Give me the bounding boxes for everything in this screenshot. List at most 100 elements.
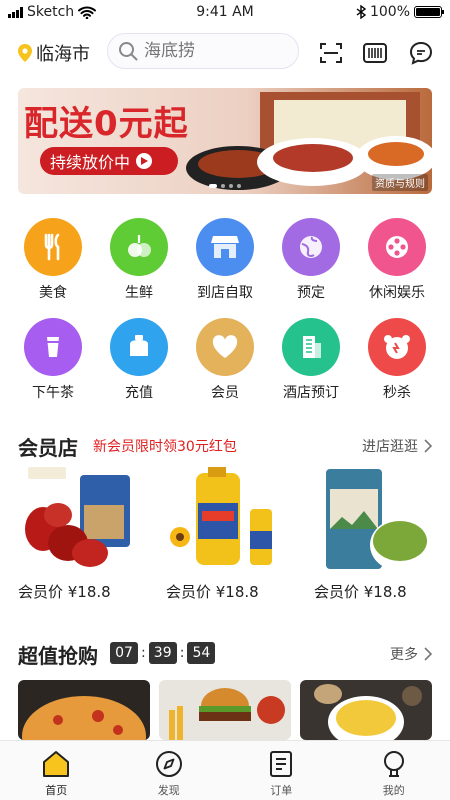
category-label: 充值: [125, 385, 153, 401]
tab-orders[interactable]: 订单: [225, 741, 338, 800]
category-label: 美食: [39, 285, 67, 301]
more-label: 更多: [390, 647, 418, 663]
bluetooth-icon: [356, 5, 366, 19]
chevron-right-icon: [424, 439, 432, 453]
category-pickup[interactable]: 到店自取: [190, 218, 260, 302]
category-fresh[interactable]: 生鲜: [104, 218, 174, 302]
tab-label: 我的: [382, 784, 405, 797]
pagination-dot: [237, 184, 241, 188]
tab-label: 发现: [157, 784, 180, 797]
member-product-list: 会员价 ¥18.8 会员价 ¥18.8 会员价 ¥18.8: [18, 465, 432, 602]
play-icon: [136, 153, 153, 169]
category-afternoon-tea[interactable]: 下午茶: [18, 318, 88, 402]
storefront-icon: [196, 218, 254, 276]
battery-percent: 100%: [369, 4, 410, 20]
tab-discover[interactable]: 发现: [113, 741, 226, 800]
location-pin-icon: [18, 44, 32, 62]
banner-cta-label: 持续放价中: [50, 153, 131, 172]
category-row-1: 美食 生鲜 到店自取 预定 休闲娱乐: [18, 218, 432, 302]
city-selector[interactable]: 临海市: [18, 40, 90, 66]
category-label: 会员: [211, 385, 239, 401]
bottom-tab-bar: 首页 发现 订单 我的: [0, 740, 450, 800]
countdown-separator: :: [141, 645, 146, 661]
heart-icon: [196, 318, 254, 376]
category-reserve[interactable]: 预定: [276, 218, 346, 302]
tab-profile[interactable]: 我的: [338, 741, 450, 800]
category-recharge[interactable]: 充值: [104, 318, 174, 402]
countdown-timer: 07 : 39 : 54: [110, 642, 216, 664]
red-dates-package-icon: [18, 465, 136, 573]
product-card[interactable]: 会员价 ¥18.8: [18, 465, 136, 602]
city-label: 临海市: [36, 44, 90, 65]
scan-icon[interactable]: [319, 41, 343, 65]
category-member[interactable]: 会员: [190, 318, 260, 402]
flash-sale-header: 超值抢购 07 : 39 : 54 更多: [18, 640, 432, 668]
banner-cta-button[interactable]: 持续放价中: [40, 147, 178, 175]
status-right: 100%: [356, 4, 444, 20]
category-label: 预定: [297, 285, 325, 301]
status-bar: Sketch 9:41 AM 100%: [0, 0, 450, 26]
category-food[interactable]: 美食: [18, 218, 88, 302]
jar-icon: [110, 318, 168, 376]
banner-rules-link[interactable]: 资质与规则: [372, 174, 428, 191]
fresh-produce-icon: [110, 218, 168, 276]
product-price: 会员价 ¥18.8: [18, 583, 111, 601]
bear-alarm-icon: [368, 318, 426, 376]
category-label: 到店自取: [197, 285, 253, 301]
globe-icon: [282, 218, 340, 276]
product-price: 会员价 ¥18.8: [314, 583, 407, 601]
cup-icon: [24, 318, 82, 376]
battery-icon: [414, 6, 444, 18]
countdown-seconds: 54: [187, 642, 216, 664]
compass-icon: [155, 751, 182, 777]
fork-knife-icon: [24, 218, 82, 276]
product-price: 会员价 ¥18.8: [166, 583, 259, 601]
barcode-icon[interactable]: [363, 41, 387, 65]
building-icon: [282, 318, 340, 376]
category-entertainment[interactable]: 休闲娱乐: [362, 218, 432, 302]
product-card[interactable]: 会员价 ¥18.8: [166, 465, 284, 602]
search-bar[interactable]: [107, 33, 299, 69]
search-icon: [119, 42, 138, 61]
film-reel-icon: [368, 218, 426, 276]
tab-home[interactable]: 首页: [0, 741, 113, 800]
home-icon: [43, 751, 70, 777]
promo-banner[interactable]: 配送0元起 持续放价中 资质与规则: [18, 88, 432, 194]
category-row-2: 下午茶 充值 会员 酒店预订 秒杀: [18, 318, 432, 402]
flash-sale-more-link[interactable]: 更多: [390, 644, 432, 664]
tab-label: 首页: [45, 784, 68, 797]
member-store-header: 会员店 新会员限时领30元红包 进店逛逛: [18, 432, 432, 460]
pagination-dot: [229, 184, 233, 188]
message-icon[interactable]: [409, 41, 433, 65]
category-label: 生鲜: [125, 285, 153, 301]
deal-burger-image[interactable]: [159, 680, 291, 740]
category-label: 下午茶: [32, 385, 74, 401]
countdown-minutes: 39: [148, 642, 177, 664]
category-flash-kill[interactable]: 秒杀: [362, 318, 432, 402]
chevron-right-icon: [424, 647, 432, 661]
visit-store-label: 进店逛逛: [362, 439, 418, 455]
member-promo-text[interactable]: 新会员限时领30元红包: [93, 436, 237, 456]
tab-label: 订单: [270, 784, 293, 797]
category-hotel[interactable]: 酒店预订: [276, 318, 346, 402]
sunflower-oil-icon: [166, 465, 284, 573]
mung-beans-icon: [314, 465, 432, 573]
profile-icon: [383, 751, 404, 777]
deal-soup-image[interactable]: [300, 680, 432, 740]
deal-pizza-image[interactable]: [18, 680, 150, 740]
product-card[interactable]: 会员价 ¥18.8: [314, 465, 432, 602]
top-bar: 临海市: [0, 32, 450, 72]
category-label: 酒店预订: [283, 385, 339, 401]
pagination-dot: [221, 184, 225, 188]
visit-store-link[interactable]: 进店逛逛: [362, 436, 432, 456]
banner-title: 配送0元起: [24, 104, 189, 144]
member-store-title: 会员店: [18, 436, 78, 460]
pagination-dot: [209, 184, 217, 188]
category-label: 休闲娱乐: [369, 285, 425, 301]
order-list-icon: [270, 751, 293, 777]
countdown-hours: 07: [110, 642, 138, 664]
banner-pagination: [18, 184, 432, 188]
flash-sale-list: [18, 680, 432, 740]
countdown-separator: :: [179, 645, 185, 661]
search-input[interactable]: [144, 41, 284, 61]
